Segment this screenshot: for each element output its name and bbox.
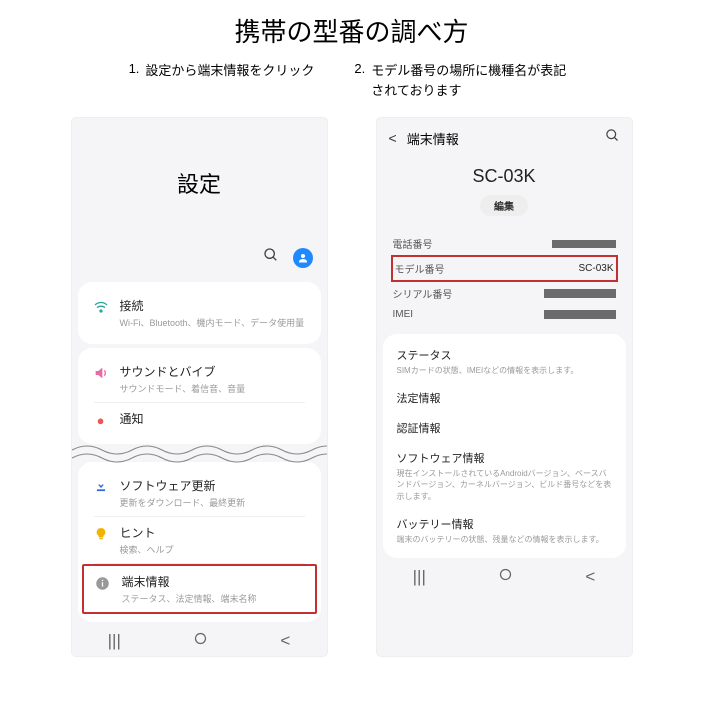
row-connections[interactable]: 接続 Wi-Fi、Bluetooth、機内モード、データ使用量: [82, 290, 317, 336]
settings-title: 設定: [72, 167, 327, 247]
nav-home-icon[interactable]: [498, 567, 513, 587]
sound-sub: サウンドモード、着信音、音量: [120, 382, 307, 395]
row-phone-number: 電話番号: [393, 232, 616, 255]
row-model-number: モデル番号 SC-03K: [391, 255, 618, 282]
status-title: ステータス: [397, 347, 612, 363]
steps-row: 1. 設定から端末情報をクリック 2. モデル番号の場所に機種名が表記されており…: [0, 57, 703, 108]
device-info-sections: ステータス SIMカードの状態、IMEIなどの情報を表示します。 法定情報 認証…: [383, 334, 626, 558]
search-icon[interactable]: [263, 247, 279, 268]
phone-number-label: 電話番号: [393, 236, 433, 251]
step-2-number: 2.: [354, 61, 365, 76]
connections-sub: Wi-Fi、Bluetooth、機内モード、データ使用量: [120, 316, 307, 329]
hints-sub: 検索、ヘルプ: [120, 543, 307, 556]
info-rows: 電話番号 モデル番号 SC-03K シリアル番号 IMEI: [377, 222, 632, 330]
device-info-header: 端末情報: [407, 129, 459, 148]
step-1: 1. 設定から端末情報をクリック: [129, 61, 315, 100]
phone1-navbar: ||| <: [72, 626, 327, 656]
redacted-value: [544, 289, 616, 298]
phone2-navbar: ||| <: [377, 562, 632, 592]
nav-home-icon[interactable]: [193, 631, 208, 651]
back-icon[interactable]: <: [389, 130, 397, 146]
model-number-value: SC-03K: [578, 263, 613, 274]
model-name: SC-03K: [377, 166, 632, 187]
settings-card-3: ソフトウェア更新 更新をダウンロード、最終更新 ヒント 検索、ヘルプ 端末情報 …: [78, 462, 321, 622]
device-info-title: 端末情報: [122, 573, 305, 590]
section-cert[interactable]: 認証情報: [383, 413, 626, 443]
section-legal[interactable]: 法定情報: [383, 383, 626, 413]
settings-card-1: 接続 Wi-Fi、Bluetooth、機内モード、データ使用量: [78, 282, 321, 344]
battery-sub: 端末のバッテリーの状態、残量などの情報を表示します。: [397, 534, 612, 545]
nav-recent-icon[interactable]: |||: [413, 567, 426, 587]
model-block: SC-03K 編集: [377, 154, 632, 222]
row-software-update[interactable]: ソフトウェア更新 更新をダウンロード、最終更新: [82, 470, 317, 516]
hints-title: ヒント: [120, 524, 307, 541]
row-device-info[interactable]: 端末情報 ステータス、法定情報、端末名称: [82, 564, 317, 614]
connections-title: 接続: [120, 297, 307, 314]
row-imei: IMEI: [393, 305, 616, 324]
phone1-header: 設定: [72, 118, 327, 278]
step-1-number: 1.: [129, 61, 140, 76]
sound-title: サウンドとバイブ: [120, 363, 307, 380]
model-number-label: モデル番号: [395, 261, 445, 276]
row-serial: シリアル番号: [393, 282, 616, 305]
status-sub: SIMカードの状態、IMEIなどの情報を表示します。: [397, 365, 612, 376]
imei-label: IMEI: [393, 309, 414, 320]
software-sub: 更新をダウンロード、最終更新: [120, 496, 307, 509]
cert-title: 認証情報: [397, 420, 612, 436]
info-icon: [94, 574, 112, 592]
row-notifications[interactable]: ● 通知: [82, 403, 317, 436]
notifications-title: 通知: [120, 410, 307, 427]
step-2-text: モデル番号の場所に機種名が表記されております: [371, 61, 574, 100]
sw-sub: 現在インストールされているAndroidバージョン、ベースバンドバージョン、カー…: [397, 468, 612, 502]
wifi-icon: [92, 298, 110, 316]
row-hints[interactable]: ヒント 検索、ヘルプ: [82, 517, 317, 563]
step-2: 2. モデル番号の場所に機種名が表記されております: [354, 61, 574, 100]
section-battery[interactable]: バッテリー情報 端末のバッテリーの状態、残量などの情報を表示します。: [383, 509, 626, 552]
phone2-header: < 端末情報: [377, 118, 632, 154]
nav-back-icon[interactable]: <: [280, 631, 290, 651]
device-info-sub: ステータス、法定情報、端末名称: [122, 592, 305, 605]
edit-button[interactable]: 編集: [480, 195, 528, 216]
search-icon[interactable]: [605, 128, 620, 148]
nav-recent-icon[interactable]: |||: [108, 631, 121, 651]
phone-settings-screenshot: 設定 接続 Wi-Fi、Bluetooth、機内モード、データ使用量: [72, 118, 327, 656]
software-title: ソフトウェア更新: [120, 477, 307, 494]
page-title: 携帯の型番の調べ方: [0, 0, 703, 57]
phones-row: 設定 接続 Wi-Fi、Bluetooth、機内モード、データ使用量: [0, 108, 703, 666]
sw-title: ソフトウェア情報: [397, 450, 612, 466]
row-sound[interactable]: サウンドとバイブ サウンドモード、着信音、音量: [82, 356, 317, 402]
phone-device-info-screenshot: < 端末情報 SC-03K 編集 電話番号 モデル番号 SC-03K シリアル番…: [377, 118, 632, 656]
update-icon: [92, 478, 110, 496]
battery-title: バッテリー情報: [397, 516, 612, 532]
section-software[interactable]: ソフトウェア情報 現在インストールされているAndroidバージョン、ベースバン…: [383, 443, 626, 509]
step-1-text: 設定から端末情報をクリック: [145, 61, 314, 81]
redacted-value: [552, 240, 616, 248]
bulb-icon: [92, 525, 110, 543]
notification-icon: ●: [92, 411, 110, 429]
settings-card-2: サウンドとバイブ サウンドモード、着信音、音量 ● 通知: [78, 348, 321, 444]
avatar-icon[interactable]: [293, 248, 313, 268]
section-status[interactable]: ステータス SIMカードの状態、IMEIなどの情報を表示します。: [383, 340, 626, 383]
legal-title: 法定情報: [397, 390, 612, 406]
sound-icon: [92, 364, 110, 382]
nav-back-icon[interactable]: <: [585, 567, 595, 587]
serial-label: シリアル番号: [393, 286, 453, 301]
redacted-value: [544, 310, 616, 319]
wavy-separator: [72, 442, 327, 464]
